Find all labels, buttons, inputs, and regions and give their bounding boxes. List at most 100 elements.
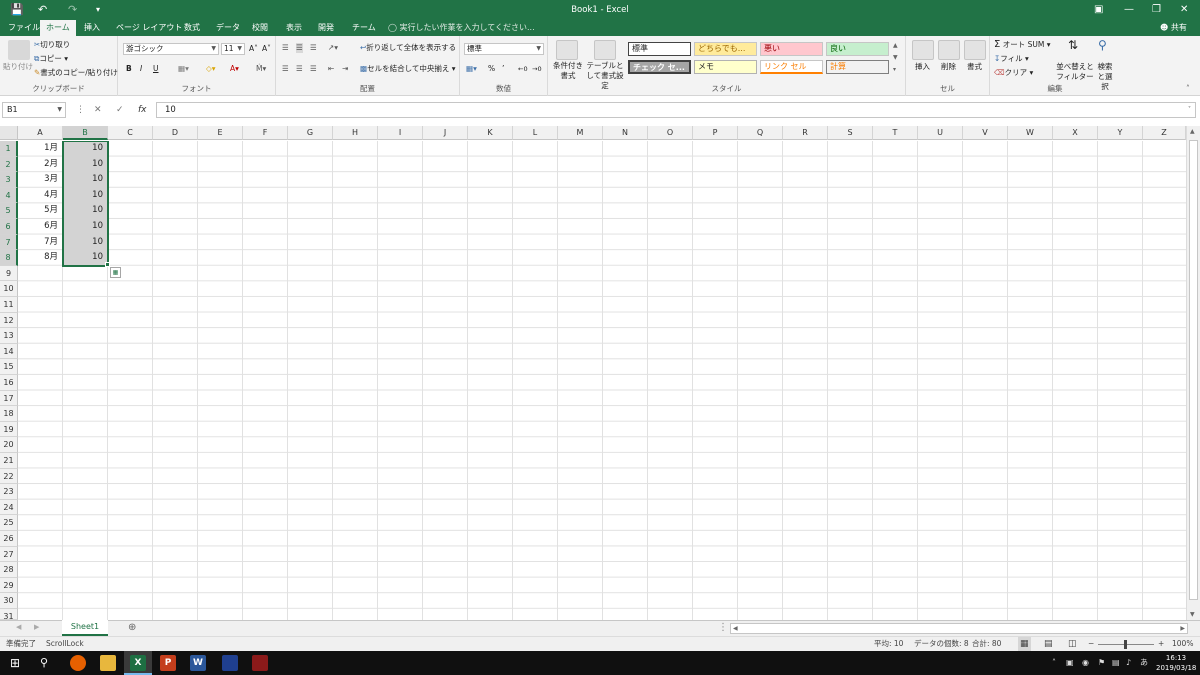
number-format-dropdown[interactable]: 標準 ▼: [464, 43, 544, 55]
tab-formulas[interactable]: 数式: [178, 20, 206, 36]
tray-volume-icon[interactable]: ♪: [1126, 657, 1131, 669]
row-header-8[interactable]: 8: [0, 250, 18, 266]
row-header-25[interactable]: 25: [0, 515, 18, 531]
row-header-23[interactable]: 23: [0, 484, 18, 500]
column-header-u[interactable]: U: [918, 126, 963, 140]
row-header-13[interactable]: 13: [0, 328, 18, 344]
enter-icon[interactable]: ✓: [116, 103, 124, 117]
paste-icon[interactable]: [8, 40, 30, 60]
cell-a2[interactable]: 2月: [20, 157, 61, 172]
row-header-21[interactable]: 21: [0, 453, 18, 469]
format-cells-button[interactable]: 書式: [967, 62, 982, 72]
column-header-l[interactable]: L: [513, 126, 558, 140]
underline-button[interactable]: U: [153, 64, 159, 74]
zoom-out-icon[interactable]: −: [1088, 637, 1094, 651]
font-name-dropdown[interactable]: 游ゴシック ▼: [123, 43, 219, 55]
scroll-down-icon[interactable]: ▼: [1190, 611, 1195, 618]
column-header-h[interactable]: H: [333, 126, 378, 140]
align-right-icon[interactable]: ☰: [310, 64, 317, 74]
zoom-in-icon[interactable]: +: [1158, 637, 1164, 651]
formula-input[interactable]: 10 ˅: [156, 102, 1196, 118]
column-header-n[interactable]: N: [603, 126, 648, 140]
shrink-font-icon[interactable]: A˅: [262, 44, 271, 54]
zoom-level[interactable]: 100%: [1172, 637, 1193, 651]
sheet-tab-sheet1[interactable]: Sheet1: [62, 620, 108, 636]
system-clock[interactable]: 16:13 2019/03/18: [1156, 653, 1196, 673]
horizontal-scrollbar[interactable]: ◀ ▶: [730, 623, 1188, 634]
cell-b8[interactable]: 10: [65, 250, 106, 265]
excel-icon[interactable]: X: [130, 655, 146, 671]
tab-page-layout[interactable]: ページ レイアウト: [110, 20, 188, 36]
windows-start-icon[interactable]: ⊞: [10, 655, 20, 671]
app-icon[interactable]: [222, 655, 238, 671]
style-calculation[interactable]: 計算: [826, 60, 889, 74]
insert-cells-button[interactable]: 挿入: [915, 62, 930, 72]
column-header-a[interactable]: A: [18, 126, 63, 140]
scroll-left-icon[interactable]: ◀: [733, 624, 738, 633]
merge-center-button[interactable]: ▩セルを結合して中央揃え ▾: [360, 64, 456, 74]
row-header-28[interactable]: 28: [0, 562, 18, 578]
copy-button[interactable]: ⧉コピー ▾: [34, 54, 68, 64]
style-normal[interactable]: 標準: [628, 42, 691, 56]
share-button[interactable]: ☻ 共有: [1160, 20, 1187, 36]
column-header-g[interactable]: G: [288, 126, 333, 140]
scroll-up-icon[interactable]: ▲: [1190, 128, 1195, 135]
cell-b1[interactable]: 10: [65, 141, 106, 156]
insert-function-button[interactable]: fx: [138, 103, 147, 117]
clear-button[interactable]: ⌫クリア ▾: [994, 68, 1033, 78]
row-header-3[interactable]: 3: [0, 172, 18, 188]
row-header-12[interactable]: 12: [0, 312, 18, 329]
tray-flag-icon[interactable]: ⚑: [1098, 657, 1105, 669]
column-header-o[interactable]: O: [648, 126, 693, 140]
row-header-26[interactable]: 26: [0, 531, 18, 547]
row-header-22[interactable]: 22: [0, 468, 18, 485]
fill-color-icon[interactable]: ◇▾: [206, 64, 216, 74]
ime-indicator[interactable]: あ: [1140, 657, 1148, 669]
column-header-s[interactable]: S: [828, 126, 873, 140]
worksheet-grid[interactable]: ▦ 1月 2月 3月 4月 5月 6月 7月 8月 10 10 10 10 10 10 10 10: [18, 141, 1186, 620]
row-header-15[interactable]: 15: [0, 359, 18, 375]
firefox-icon[interactable]: [70, 655, 86, 671]
row-header-1[interactable]: 1: [0, 141, 18, 157]
column-header-m[interactable]: M: [558, 126, 603, 140]
page-layout-view-icon[interactable]: ▤: [1044, 637, 1053, 651]
increase-indent-icon[interactable]: ⇥: [342, 64, 348, 74]
row-header-6[interactable]: 6: [0, 219, 18, 235]
minimize-icon[interactable]: —: [1124, 3, 1134, 17]
word-icon[interactable]: W: [190, 655, 206, 671]
row-header-20[interactable]: 20: [0, 437, 18, 453]
normal-view-icon[interactable]: ▦: [1018, 637, 1031, 651]
style-good[interactable]: 良い: [826, 42, 889, 56]
zoom-slider-thumb[interactable]: [1124, 640, 1127, 649]
tray-overflow-icon[interactable]: ˄: [1052, 657, 1056, 669]
cell-b2[interactable]: 10: [65, 157, 106, 172]
collapse-ribbon-icon[interactable]: ˄: [1186, 84, 1190, 94]
decrease-decimal-icon[interactable]: →0: [532, 64, 542, 74]
row-header-11[interactable]: 11: [0, 297, 18, 313]
row-header-16[interactable]: 16: [0, 375, 18, 391]
conditional-format-button[interactable]: 条件付き書式: [551, 61, 585, 81]
close-icon[interactable]: ✕: [1180, 3, 1188, 17]
bottom-align-icon[interactable]: ☰: [310, 43, 317, 53]
decrease-indent-icon[interactable]: ⇤: [328, 64, 334, 74]
row-header-27[interactable]: 27: [0, 546, 18, 563]
column-header-t[interactable]: T: [873, 126, 918, 140]
scroll-right-icon[interactable]: ▶: [1180, 624, 1185, 633]
select-all-corner[interactable]: [0, 126, 18, 140]
powerpoint-icon[interactable]: P: [160, 655, 176, 671]
row-header-17[interactable]: 17: [0, 390, 18, 407]
column-header-q[interactable]: Q: [738, 126, 783, 140]
italic-button[interactable]: I: [140, 64, 142, 74]
tab-review[interactable]: 校閲: [246, 20, 274, 36]
row-header-2[interactable]: 2: [0, 156, 18, 173]
sort-filter-icon[interactable]: ⇅: [1068, 39, 1078, 51]
format-as-table-icon[interactable]: [594, 40, 616, 60]
row-header-19[interactable]: 19: [0, 421, 18, 438]
conditional-format-icon[interactable]: [556, 40, 578, 60]
style-note[interactable]: メモ: [694, 60, 757, 74]
autosum-button[interactable]: Σ オート SUM ▾: [994, 40, 1050, 50]
styles-scroll-icon[interactable]: ▲ ▼ ▾: [893, 40, 898, 76]
tab-home[interactable]: ホーム: [40, 20, 76, 36]
cut-button[interactable]: ✂切り取り: [34, 40, 70, 50]
delete-cells-icon[interactable]: [938, 40, 960, 60]
